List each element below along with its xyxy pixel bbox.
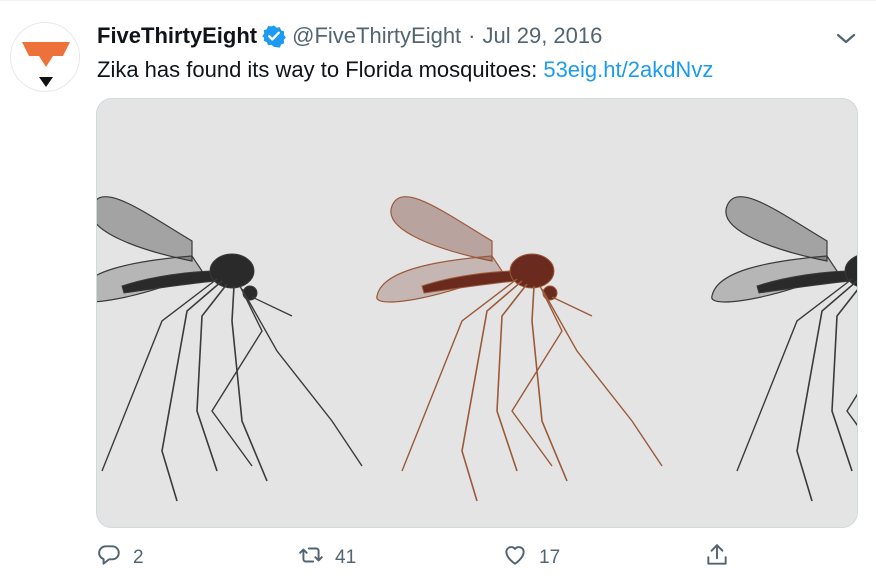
like-count: 17 — [539, 547, 561, 568]
like-button[interactable]: 17 — [502, 538, 560, 578]
avatar[interactable] — [10, 22, 80, 92]
tweet-link[interactable]: 53eig.ht/2akdNvz — [543, 57, 713, 82]
tweet-actions: 2 41 17 — [96, 538, 858, 578]
reply-icon — [96, 542, 122, 574]
mosquito-image — [97, 99, 857, 527]
reply-count: 2 — [133, 547, 144, 568]
tweet-date[interactable]: Jul 29, 2016 — [483, 23, 603, 49]
author-handle[interactable]: @FiveThirtyEight — [292, 23, 461, 49]
heart-icon — [502, 542, 528, 574]
tweet-media-image[interactable] — [96, 98, 858, 528]
top-divider — [0, 0, 876, 1]
retweet-button[interactable]: 41 — [298, 538, 356, 578]
retweet-count: 41 — [335, 547, 357, 568]
share-icon — [704, 542, 730, 574]
tweet-header: FiveThirtyEight @FiveThirtyEight · Jul 2… — [97, 22, 602, 50]
header-separator: · — [468, 23, 476, 48]
verified-badge-icon — [262, 24, 287, 48]
fivethirtyeight-logo — [22, 42, 70, 87]
tweet-text: Zika has found its way to Florida mosqui… — [97, 56, 713, 84]
chevron-down-icon[interactable] — [832, 27, 860, 49]
reply-button[interactable]: 2 — [96, 538, 144, 578]
author-name[interactable]: FiveThirtyEight — [97, 23, 257, 49]
retweet-icon — [298, 542, 324, 574]
tweet-body: Zika has found its way to Florida mosqui… — [97, 57, 544, 82]
share-button[interactable] — [704, 538, 730, 578]
